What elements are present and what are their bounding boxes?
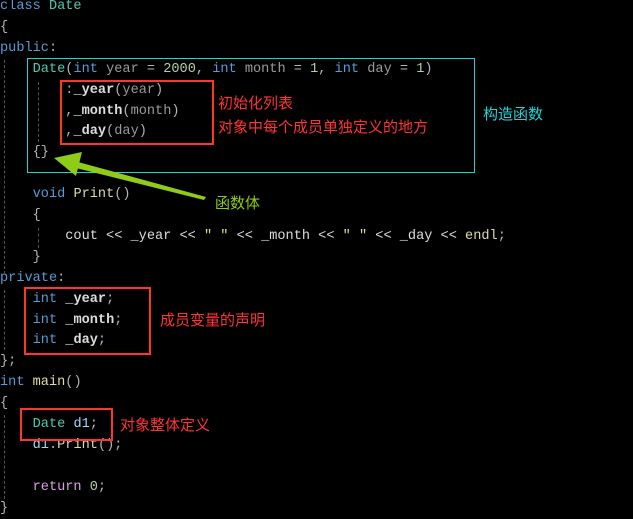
arrow-icon — [54, 152, 206, 200]
arrow-shaft — [76, 162, 206, 200]
arrow-head — [54, 152, 82, 176]
